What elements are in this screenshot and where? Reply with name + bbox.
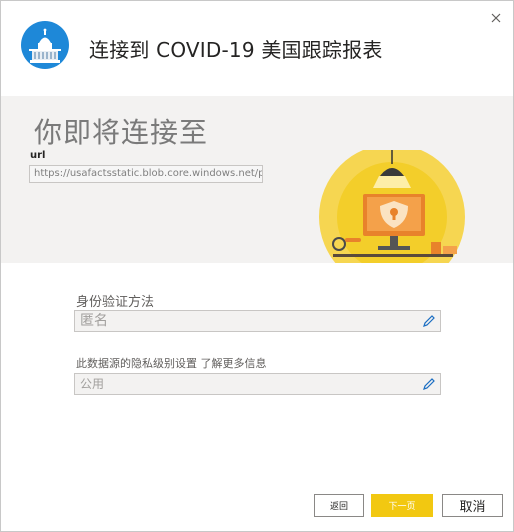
next-button[interactable]: 下一页 <box>371 494 433 517</box>
auth-method-label: 身份验证方法 <box>76 295 155 310</box>
connect-dialog: 连接到 COVID-19 美国跟踪报表 你即将连接至 url https://u… <box>0 0 514 532</box>
close-button[interactable] <box>488 10 504 26</box>
auth-method-value: 匿名 <box>80 313 108 329</box>
privacy-level-label: 此数据源的隐私级别设置 了解更多信息 <box>76 357 267 370</box>
back-button[interactable]: 返回 <box>314 494 364 517</box>
pencil-icon[interactable] <box>422 377 436 391</box>
url-label: url <box>30 150 46 161</box>
privacy-level-value: 公用 <box>80 377 105 391</box>
cancel-button[interactable]: 取消 <box>442 494 503 517</box>
close-icon <box>491 13 501 23</box>
connect-heading: 你即将连接至 <box>34 116 209 149</box>
security-shield-computer-illustration <box>319 150 469 263</box>
pencil-icon[interactable] <box>422 314 436 328</box>
capitol-building-icon <box>21 21 69 69</box>
url-field[interactable]: https://usafactsstatic.blob.core.windows… <box>29 165 263 183</box>
auth-method-field[interactable]: 匿名 <box>74 310 441 332</box>
privacy-level-field[interactable]: 公用 <box>74 373 441 395</box>
dialog-title: 连接到 COVID-19 美国跟踪报表 <box>89 38 383 62</box>
connection-info-panel: 你即将连接至 url https://usafactsstatic.blob.c… <box>1 96 513 263</box>
